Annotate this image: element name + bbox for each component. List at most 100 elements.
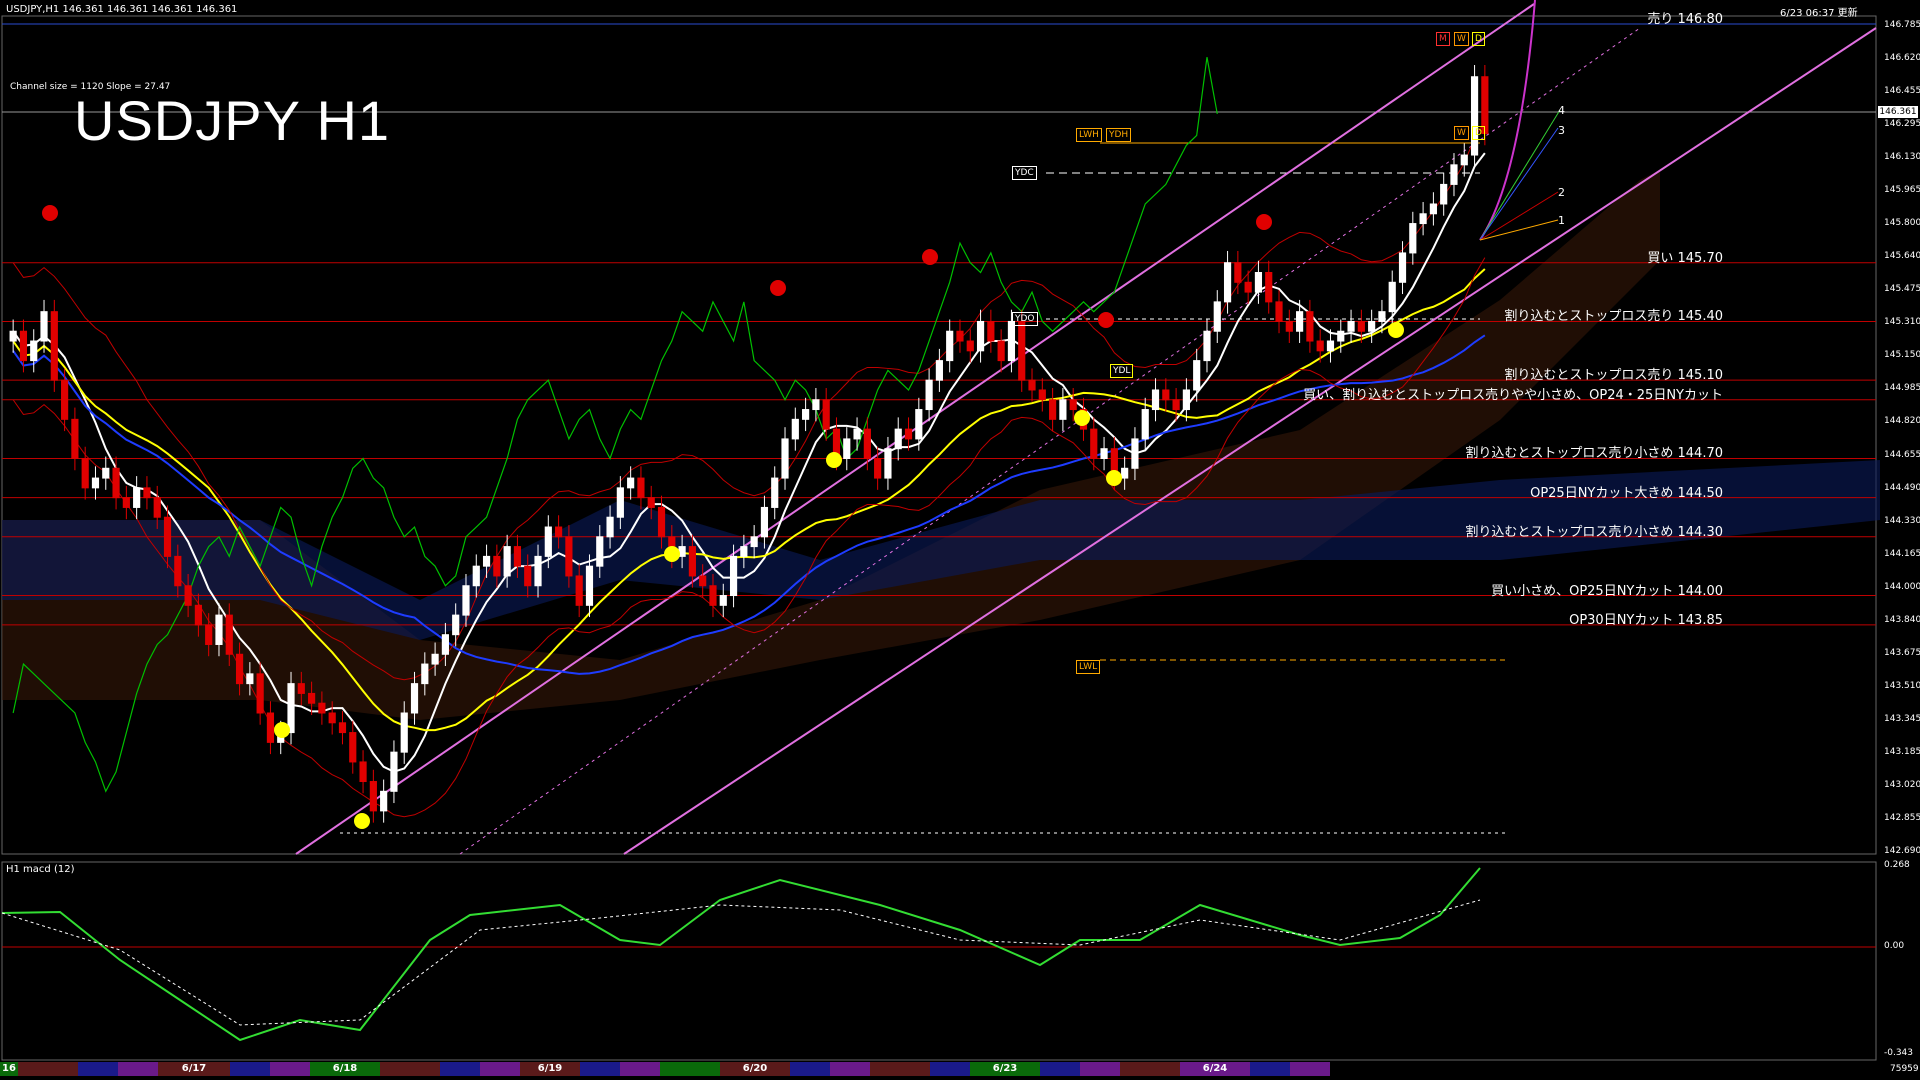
fractal-marker	[1256, 214, 1272, 230]
price-tick: 144.330	[1884, 515, 1920, 526]
candle-body	[853, 428, 861, 440]
candle-body	[915, 409, 923, 440]
candle-body	[1357, 320, 1365, 332]
candle-body	[163, 516, 172, 557]
candle-body	[50, 311, 58, 381]
candle-body	[1450, 164, 1458, 185]
candle-body	[349, 732, 357, 763]
ydh-tag: YDH	[1106, 128, 1132, 142]
price-tick: 142.855	[1884, 812, 1920, 823]
candle-body	[133, 487, 141, 508]
candle-body	[750, 536, 758, 548]
candle-body	[81, 457, 89, 489]
candle-body	[1223, 262, 1232, 303]
candle-body	[1306, 311, 1314, 342]
datetime-label: 6/23 06:37 更新	[1780, 8, 1858, 19]
candle-body	[174, 555, 182, 587]
symbol-line: USDJPY,H1 146.361 146.361 146.361 146.36…	[6, 4, 238, 15]
candle-body	[863, 428, 871, 459]
lwl-tag: LWL	[1076, 660, 1101, 674]
candle-body	[647, 497, 655, 508]
candle-body	[1007, 320, 1016, 362]
candle-body	[102, 467, 110, 479]
candle-body	[874, 457, 882, 479]
macd-axis-zero: 0.00	[1884, 941, 1905, 951]
fractal-marker	[826, 452, 842, 468]
candle-body	[1069, 399, 1077, 411]
fractal-marker	[1074, 410, 1090, 426]
price-tick: 143.185	[1884, 746, 1920, 757]
fork-label-3: 3	[1558, 124, 1565, 137]
price-tick: 145.475	[1884, 284, 1920, 295]
candle-body	[40, 311, 48, 342]
level-label: 割り込むとストップロス売り小さめ 144.70	[1465, 446, 1723, 462]
candle-body	[688, 546, 696, 577]
candle-body	[91, 477, 100, 489]
fractal-marker	[1106, 470, 1122, 486]
date-bar: 16 6/17 6/18 6/19 6/20 6/23 6/24	[0, 1062, 1878, 1076]
candle-body	[709, 585, 717, 606]
candle-body	[225, 614, 233, 655]
candle-body	[616, 487, 624, 518]
page-title: USDJPY H1	[74, 89, 391, 152]
candle-body	[1409, 223, 1417, 254]
price-tick: 146.620	[1884, 53, 1920, 64]
price-tick: 144.655	[1884, 449, 1920, 460]
candle-body	[205, 624, 213, 645]
level-label: OP25日NYカット大きめ 144.50	[1530, 485, 1723, 501]
candle-body	[1182, 389, 1190, 411]
fork-label-4: 4	[1558, 104, 1565, 117]
candle-body	[1275, 301, 1283, 322]
candle-body	[71, 418, 79, 459]
candle-body	[287, 683, 295, 734]
candle-body	[1193, 360, 1201, 391]
candle-body	[1347, 320, 1355, 332]
ydl-tag: YDL	[1110, 364, 1134, 378]
candle-body	[760, 506, 769, 538]
price-tick: 143.840	[1884, 614, 1920, 625]
candle-body	[1090, 428, 1098, 459]
candle-body	[791, 418, 799, 440]
price-tick: 144.165	[1884, 548, 1920, 559]
candle-body	[534, 555, 542, 587]
price-tick: 146.785	[1884, 20, 1920, 30]
price-tick: 146.130	[1884, 152, 1920, 163]
candle-body	[380, 790, 388, 812]
fractal-marker	[42, 205, 58, 221]
fork-label-1: 1	[1558, 214, 1565, 227]
candle-body	[544, 526, 552, 557]
price-tick: 143.020	[1884, 779, 1920, 790]
candle-body	[256, 673, 264, 714]
candle-body	[1440, 183, 1448, 205]
level-label: 割り込むとストップロス売り 145.40	[1504, 309, 1723, 325]
level-label: 売り 146.80	[1647, 12, 1723, 27]
candle-body	[976, 320, 985, 352]
date-cell: 6/23	[970, 1062, 1040, 1076]
bottom-right-value: 75959	[1890, 1064, 1919, 1074]
price-tick: 145.965	[1884, 185, 1920, 196]
candle-body	[925, 379, 933, 411]
price-tick: 145.800	[1884, 218, 1920, 229]
candle-body	[1265, 272, 1273, 303]
candle-body	[802, 409, 810, 420]
date-cell: 6/24	[1180, 1062, 1250, 1076]
candle-body	[452, 614, 460, 636]
d2-tag: D	[1472, 126, 1485, 140]
macd-axis-bottom: -0.343	[1884, 1048, 1914, 1058]
candle-body	[513, 546, 522, 567]
date-cell: 16	[0, 1062, 18, 1076]
candle-body	[328, 712, 336, 724]
candle-body	[1100, 448, 1108, 459]
candle-body	[781, 438, 789, 479]
ydc-tag: YDC	[1012, 166, 1037, 180]
candle-body	[699, 575, 707, 587]
candle-body	[956, 330, 964, 342]
candle-body	[503, 546, 511, 577]
candle-body	[215, 614, 223, 645]
candle-body	[627, 477, 635, 489]
level-label: 割り込むとストップロス売り小さめ 144.30	[1465, 524, 1723, 540]
candle-body	[1254, 272, 1263, 293]
candle-body	[1172, 399, 1180, 411]
price-tick: 145.310	[1884, 317, 1920, 328]
candle-body	[472, 565, 480, 587]
